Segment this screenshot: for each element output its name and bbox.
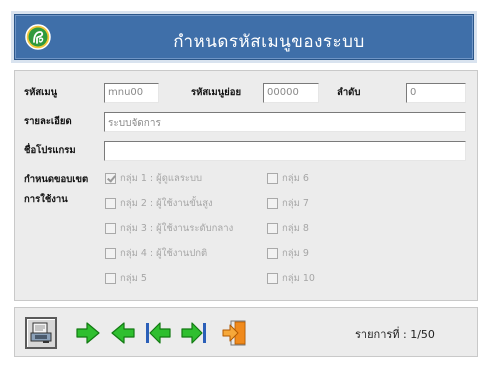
first-record-button[interactable] bbox=[142, 317, 174, 349]
group-5-label: กลุ่ม 5 bbox=[120, 273, 147, 284]
checkbox-icon bbox=[105, 273, 116, 284]
group-8-checkbox[interactable]: กลุ่ม 8 bbox=[267, 221, 309, 236]
checkbox-icon bbox=[267, 273, 278, 284]
sub-code-label: รหัสเมนูย่อย bbox=[191, 87, 242, 98]
group-10-checkbox[interactable]: กลุ่ม 10 bbox=[267, 271, 315, 286]
group-9-label: กลุ่ม 9 bbox=[282, 248, 309, 259]
order-input[interactable]: 0 bbox=[406, 83, 466, 103]
menu-code-window: กำหนดรหัสเมนูของระบบ รหัสเมนู mnu00 รหัส… bbox=[0, 0, 491, 369]
group-7-label: กลุ่ม 7 bbox=[282, 198, 309, 209]
group-4-checkbox[interactable]: กลุ่ม 4 : ผู้ใช้งานปกติ bbox=[105, 246, 207, 261]
page-title: กำหนดรหัสเมนูของระบบ bbox=[173, 32, 365, 52]
form-panel: รหัสเมนู mnu00 รหัสเมนูย่อย 00000 ลำดับ … bbox=[14, 70, 478, 301]
checkbox-checked-icon bbox=[105, 173, 116, 184]
save-icon bbox=[30, 322, 52, 343]
next-icon bbox=[76, 322, 100, 344]
checkbox-icon bbox=[267, 198, 278, 209]
save-button[interactable] bbox=[25, 317, 57, 349]
group-3-checkbox[interactable]: กลุ่ม 3 : ผู้ใช้งานระดับกลาง bbox=[105, 221, 233, 236]
detail-input[interactable]: ระบบจัดการ bbox=[104, 112, 466, 132]
checkbox-icon bbox=[105, 198, 116, 209]
order-label: ลำดับ bbox=[337, 87, 361, 98]
detail-label: รายละเอียด bbox=[24, 116, 72, 127]
navigation-toolbar: รายการที่ : 1/50 bbox=[14, 307, 478, 357]
group-2-checkbox[interactable]: กลุ่ม 2 : ผู้ใช้งานขั้นสูง bbox=[105, 196, 213, 211]
group-1-label: กลุ่ม 1 : ผู้ดูแลระบบ bbox=[120, 173, 203, 184]
sub-code-input[interactable]: 00000 bbox=[263, 83, 319, 103]
first-icon bbox=[146, 322, 171, 344]
app-logo-icon bbox=[25, 24, 51, 50]
group-10-label: กลุ่ม 10 bbox=[282, 273, 315, 284]
checkbox-icon bbox=[267, 173, 278, 184]
usage-label: การใช้งาน bbox=[24, 194, 68, 205]
checkbox-icon bbox=[105, 223, 116, 234]
group-6-label: กลุ่ม 6 bbox=[282, 173, 309, 184]
menu-code-label: รหัสเมนู bbox=[24, 87, 58, 98]
next-button[interactable] bbox=[72, 317, 104, 349]
group-2-label: กลุ่ม 2 : ผู้ใช้งานขั้นสูง bbox=[120, 198, 213, 209]
program-input[interactable] bbox=[104, 141, 466, 161]
header-bar: กำหนดรหัสเมนูของระบบ bbox=[14, 14, 474, 60]
group-6-checkbox[interactable]: กลุ่ม 6 bbox=[267, 171, 309, 186]
scope-label: กำหนดขอบเขต bbox=[24, 174, 89, 185]
checkbox-icon bbox=[267, 248, 278, 259]
group-5-checkbox[interactable]: กลุ่ม 5 bbox=[105, 271, 147, 286]
checkbox-icon bbox=[105, 248, 116, 259]
checkbox-icon bbox=[267, 223, 278, 234]
group-4-label: กลุ่ม 4 : ผู้ใช้งานปกติ bbox=[120, 248, 208, 259]
group-1-checkbox[interactable]: กลุ่ม 1 : ผู้ดูแลระบบ bbox=[105, 171, 202, 186]
record-counter: รายการที่ : 1/50 bbox=[355, 328, 435, 341]
last-record-button[interactable] bbox=[178, 317, 210, 349]
group-9-checkbox[interactable]: กลุ่ม 9 bbox=[267, 246, 309, 261]
group-7-checkbox[interactable]: กลุ่ม 7 bbox=[267, 196, 309, 211]
menu-code-input[interactable]: mnu00 bbox=[104, 83, 159, 103]
last-icon bbox=[181, 322, 206, 344]
exit-button[interactable] bbox=[218, 317, 250, 349]
group-8-label: กลุ่ม 8 bbox=[282, 223, 309, 234]
group-3-label: กลุ่ม 3 : ผู้ใช้งานระดับกลาง bbox=[120, 223, 234, 234]
program-label: ชื่อโปรแกรม bbox=[24, 145, 76, 156]
previous-icon bbox=[111, 322, 135, 344]
previous-button[interactable] bbox=[107, 317, 139, 349]
exit-icon bbox=[222, 320, 246, 346]
